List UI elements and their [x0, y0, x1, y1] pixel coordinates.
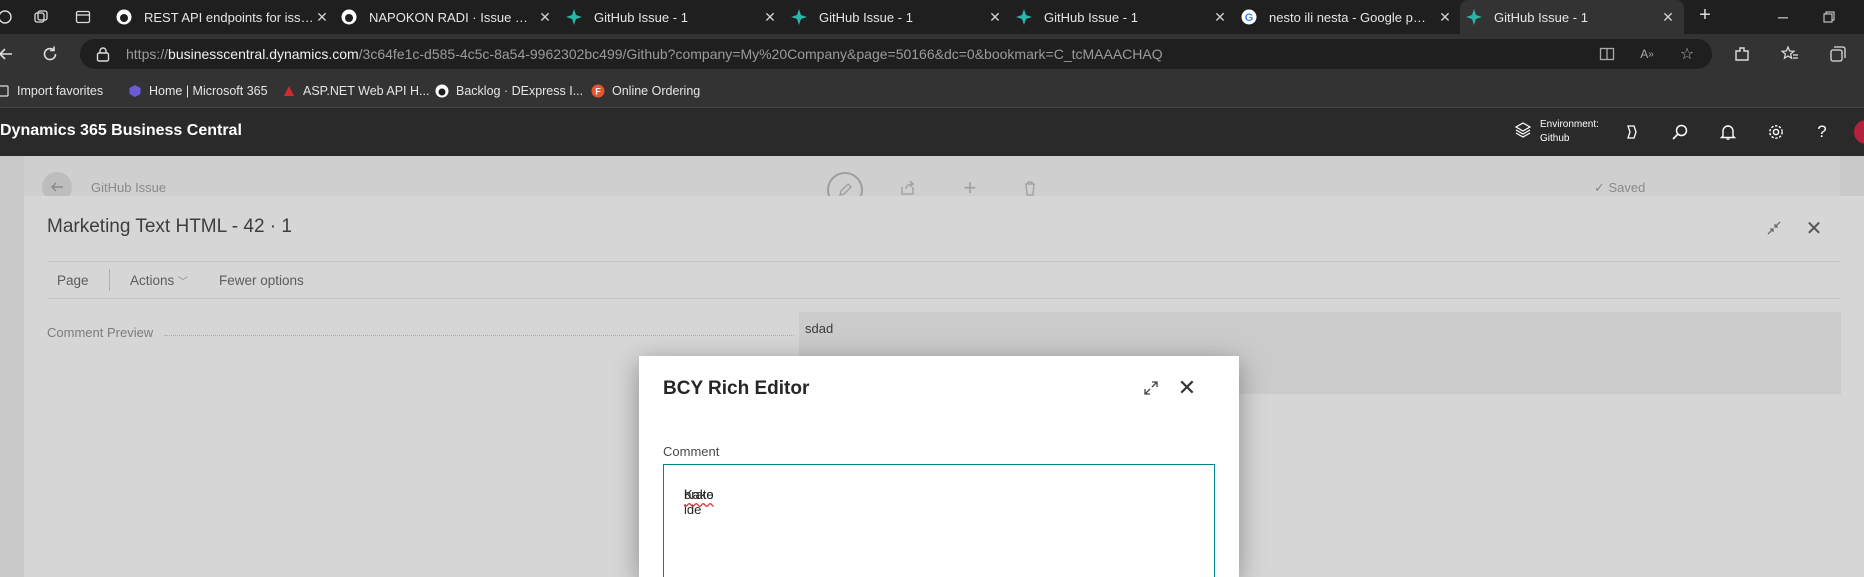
share-icon[interactable] [898, 178, 918, 198]
workspaces-icon[interactable] [32, 8, 50, 26]
divider [47, 298, 1841, 299]
environment-indicator[interactable]: Environment: Github [1514, 118, 1599, 146]
tab-title: GitHub Issue - 1 [819, 9, 913, 25]
address-host: businesscentral.dynamics.com [168, 46, 359, 62]
close-tab-icon[interactable]: ✕ [987, 9, 1003, 25]
misspelled-word: brate [684, 487, 714, 502]
collections-icon[interactable] [1826, 42, 1850, 66]
browser-tab[interactable]: NAPOKON RADI · Issue #33 · b ✕ [341, 0, 553, 34]
read-aloud-icon[interactable]: A» [1638, 45, 1656, 63]
close-tab-icon[interactable]: ✕ [537, 9, 553, 25]
close-tab-icon[interactable]: ✕ [1660, 9, 1676, 25]
copilot-icon[interactable] [1622, 122, 1642, 142]
import-icon [0, 84, 10, 98]
tab-title: GitHub Issue - 1 [594, 9, 688, 25]
new-plus-icon[interactable]: + [960, 175, 980, 200]
environment-icon [1514, 121, 1532, 144]
restore-icon[interactable] [1806, 0, 1852, 34]
favorite-m365[interactable]: Home | Microsoft 365 [128, 82, 268, 100]
delete-trash-icon[interactable] [1020, 178, 1040, 198]
new-tab-button[interactable]: + [1696, 4, 1714, 26]
browser-tab[interactable]: GitHub Issue - 1 ✕ [1016, 0, 1228, 34]
dynamics-icon [566, 9, 582, 25]
action-fewer-options[interactable]: Fewer options [219, 273, 304, 288]
notifications-bell-icon[interactable] [1718, 122, 1738, 142]
aspnet-icon [282, 84, 296, 98]
search-icon[interactable] [1670, 122, 1690, 142]
svg-text:G: G [1245, 12, 1254, 24]
browser-tab[interactable]: REST API endpoints for issue co ✕ [116, 0, 330, 34]
close-tab-icon[interactable]: ✕ [1212, 9, 1228, 25]
close-tab-icon[interactable]: ✕ [314, 9, 330, 25]
refresh-icon[interactable] [38, 42, 62, 66]
google-icon: G [1241, 9, 1257, 25]
app-brand[interactable]: Dynamics 365 Business Central [0, 122, 242, 140]
back-icon[interactable] [0, 42, 18, 66]
comment-editor[interactable]: Kako ide brate [663, 464, 1215, 577]
address-path: /3c64fe1c-d585-4c5c-8a54-9962302bc499/Gi… [358, 46, 1163, 62]
browser-toolbar: https://businesscentral.dynamics.com/3c6… [0, 34, 1864, 74]
collapse-icon[interactable] [1764, 218, 1784, 238]
browser-tab[interactable]: GitHub Issue - 1 ✕ [566, 0, 778, 34]
favorite-backlog[interactable]: Backlog · DExpress I... [435, 82, 583, 100]
github-icon [116, 9, 132, 25]
github-icon [341, 9, 357, 25]
dynamics-icon [1466, 9, 1482, 25]
address-bar[interactable]: https://businesscentral.dynamics.com/3c6… [80, 39, 1712, 69]
environment-label: Environment: [1540, 119, 1599, 130]
environment-value: Github [1540, 133, 1570, 144]
m365-icon [128, 84, 142, 98]
favorite-aspnet[interactable]: ASP.NET Web API H... [282, 82, 429, 100]
app-header: Dynamics 365 Business Central Environmen… [0, 108, 1864, 156]
dynamics-icon [791, 9, 807, 25]
tab-title: GitHub Issue - 1 [1494, 9, 1588, 25]
favorite-import[interactable]: Import favorites [0, 82, 103, 100]
close-dialog-icon[interactable]: ✕ [1175, 375, 1199, 400]
comment-label: Comment [663, 444, 720, 459]
page-title: Marketing Text HTML - 42 · 1 [47, 216, 292, 237]
divider [47, 261, 1841, 262]
avatar[interactable] [1854, 120, 1864, 144]
extensions-icon[interactable] [1730, 42, 1754, 66]
tab-actions-icon[interactable] [74, 8, 92, 26]
chevron-down-icon: ﹀ [178, 277, 189, 288]
favorites-bar: Import favorites Home | Microsoft 365 AS… [0, 74, 1864, 108]
field-leader-dots [164, 335, 794, 336]
profile-icon[interactable] [0, 8, 14, 26]
minimize-icon[interactable]: ─ [1760, 0, 1806, 34]
split-screen-icon[interactable] [1598, 45, 1616, 63]
tab-title: NAPOKON RADI · Issue #33 · b [369, 9, 534, 25]
browser-tab[interactable]: G nesto ili nesta - Google pretrag ✕ [1241, 0, 1453, 34]
lock-icon[interactable] [96, 46, 110, 67]
comment-preview-label: Comment Preview [47, 325, 154, 340]
browser-tab-active[interactable]: GitHub Issue - 1 ✕ [1460, 0, 1684, 34]
favorite-online-ordering[interactable]: F Online Ordering [591, 82, 700, 100]
rich-editor-dialog: BCY Rich Editor ✕ Comment Kako ide brate [639, 356, 1239, 577]
browser-tab[interactable]: GitHub Issue - 1 ✕ [791, 0, 1003, 34]
divider [109, 269, 110, 291]
breadcrumb: GitHub Issue [91, 180, 167, 195]
browser-tab-strip: REST API endpoints for issue co ✕ NAPOKO… [0, 0, 1864, 34]
help-icon[interactable]: ? [1812, 122, 1832, 142]
action-actions[interactable]: Actions ﹀ [130, 273, 188, 288]
address-url[interactable]: https://businesscentral.dynamics.com/3c6… [126, 46, 1163, 62]
tab-title: nesto ili nesta - Google pretrag [1269, 9, 1429, 25]
svg-text:F: F [595, 87, 601, 97]
close-tab-icon[interactable]: ✕ [1437, 9, 1453, 25]
dialog-title: BCY Rich Editor [663, 378, 810, 399]
ordering-icon: F [591, 84, 605, 98]
dynamics-icon [1016, 9, 1032, 25]
favorites-icon[interactable] [1778, 42, 1802, 66]
github-icon [435, 84, 449, 98]
action-page[interactable]: Page [57, 273, 89, 288]
expand-icon[interactable] [1139, 376, 1163, 400]
settings-gear-icon[interactable] [1766, 122, 1786, 142]
page-content: GitHub Issue + ✓ Saved Marketing Text HT… [0, 156, 1864, 577]
saved-status: ✓ Saved [1594, 180, 1646, 195]
favorite-star-icon[interactable]: ☆ [1678, 45, 1696, 63]
close-panel-icon[interactable]: ✕ [1804, 218, 1824, 240]
tab-title: REST API endpoints for issue co [144, 9, 314, 25]
close-tab-icon[interactable]: ✕ [762, 9, 778, 25]
tab-title: GitHub Issue - 1 [1044, 9, 1138, 25]
